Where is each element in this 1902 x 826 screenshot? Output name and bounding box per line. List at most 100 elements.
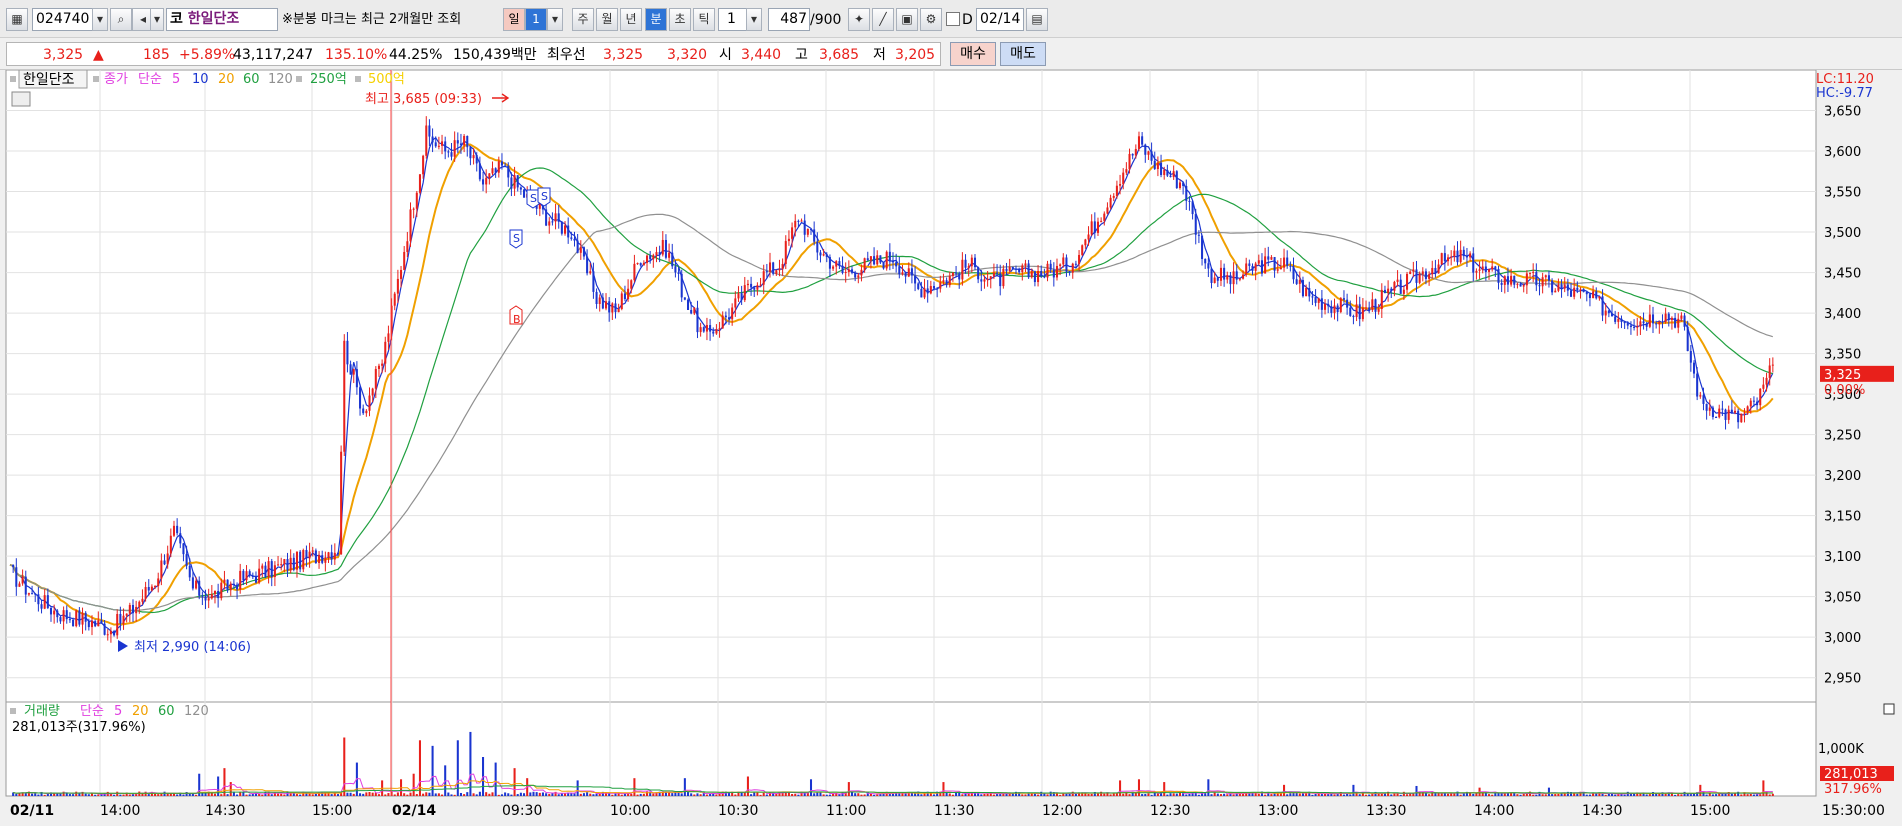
candle-body <box>314 550 317 564</box>
candle-body <box>1232 271 1235 285</box>
tab-month[interactable]: 월 <box>596 8 618 31</box>
candle-body <box>756 285 759 290</box>
candle-body <box>598 297 601 304</box>
candle-body <box>1431 267 1434 275</box>
chart-menu-icon[interactable]: ▦ <box>6 8 28 31</box>
volume-bar <box>113 794 116 796</box>
price-tick: 3,200 <box>1824 469 1861 484</box>
candle-body <box>1185 185 1188 201</box>
candle-body <box>1692 362 1696 374</box>
quote-bar: 3,325 ▲ 185 +5.89% 43,117,247 135.10% 44… <box>0 38 1902 70</box>
candle-body <box>1667 313 1670 321</box>
volume-bar <box>466 792 469 796</box>
candle-body <box>1314 297 1317 303</box>
quote-change: 185 <box>143 47 170 63</box>
candle-body <box>425 125 428 156</box>
stock-name-field[interactable]: 코 한일단조 <box>166 8 278 31</box>
tab-week[interactable]: 주 <box>572 8 594 31</box>
tab-second[interactable]: 초 <box>669 8 691 31</box>
calendar-icon[interactable]: ▤ <box>1026 8 1048 31</box>
volume-bar <box>295 794 298 796</box>
date-checkbox[interactable] <box>946 12 960 26</box>
history-dropdown-icon[interactable]: ▾ <box>150 8 164 31</box>
volume-bar <box>166 793 169 796</box>
tab-minute[interactable]: 분 <box>645 8 667 31</box>
date-input[interactable]: 02/14 <box>976 8 1024 31</box>
sell-button[interactable]: 매도 <box>1000 42 1046 66</box>
candle-body <box>1137 136 1141 149</box>
candle-body <box>1513 275 1516 285</box>
gear-icon[interactable]: ⚙ <box>920 8 942 31</box>
candle-body <box>721 315 724 329</box>
tab-year[interactable]: 년 <box>620 8 642 31</box>
indicator-add-icon[interactable]: ✦ <box>848 8 870 31</box>
price-tick: 3,400 <box>1824 307 1861 322</box>
volume-current-pct: 317.96% <box>1824 782 1882 797</box>
volume-bar <box>412 773 415 796</box>
candle-body <box>172 525 176 536</box>
volume-current-value: 281,013 <box>1824 767 1878 782</box>
candle-body <box>1484 266 1487 272</box>
candle-body <box>869 256 872 261</box>
candle-body <box>781 263 784 269</box>
volume-pane-toggle-icon[interactable] <box>1883 703 1895 715</box>
day-count-dropdown-icon[interactable]: ▾ <box>547 8 563 31</box>
volume-bar <box>1257 793 1260 796</box>
candle-body <box>1500 282 1503 285</box>
candle-body <box>623 293 626 300</box>
candle-body <box>201 595 204 597</box>
candle-body <box>929 286 932 294</box>
volume-bar <box>362 793 365 796</box>
volume-bar <box>163 791 166 796</box>
candle-body <box>1040 270 1043 277</box>
day-count[interactable]: 1 <box>525 8 547 31</box>
volume-bar <box>75 791 78 796</box>
volume-bar <box>1532 794 1535 796</box>
candle-body <box>1358 304 1361 320</box>
candle-body <box>12 564 15 568</box>
interval-input[interactable]: 1 <box>718 8 748 31</box>
count-input[interactable]: 487 <box>768 8 810 31</box>
chart-area[interactable]: 3,6503,6003,5503,5003,4503,4003,3503,300… <box>0 70 1902 826</box>
candle-body <box>841 265 844 274</box>
candle-body <box>1636 326 1639 328</box>
volume-bar <box>1365 794 1368 796</box>
search-icon[interactable]: ⌕ <box>110 8 132 31</box>
candle-body <box>1661 321 1664 323</box>
volume-bar <box>472 793 475 796</box>
volume-bar <box>1516 794 1519 796</box>
candle-body <box>926 288 929 294</box>
candle-body <box>1037 270 1040 283</box>
save-icon[interactable]: ▣ <box>896 8 918 31</box>
tab-tick[interactable]: 틱 <box>693 8 715 31</box>
buy-button[interactable]: 매수 <box>950 42 996 66</box>
candle-body <box>1677 318 1680 328</box>
candle-body <box>1078 254 1081 264</box>
volume-bar <box>87 794 90 796</box>
candle-body <box>1614 316 1617 322</box>
time-tick: 14:30 <box>205 803 245 819</box>
candle-body <box>1522 285 1525 287</box>
high-label: 고 <box>795 47 808 63</box>
candle-body <box>1456 250 1459 263</box>
stock-code-input[interactable]: 024740 <box>32 8 94 31</box>
candle-body <box>1387 288 1390 294</box>
tab-day[interactable]: 일 <box>503 8 525 31</box>
code-dropdown-icon[interactable]: ▾ <box>92 8 108 31</box>
table-toggle-icon[interactable] <box>11 91 31 107</box>
interval-dropdown-icon[interactable]: ▾ <box>746 8 762 31</box>
trade-mark-sell: S <box>537 187 551 207</box>
volume-bar <box>532 791 535 796</box>
volume-bar <box>1270 794 1273 796</box>
candle-body <box>78 610 81 625</box>
time-tick: 09:30 <box>502 803 542 819</box>
candle-body <box>797 220 800 222</box>
price-tick: 3,250 <box>1824 429 1861 444</box>
candle-body <box>768 262 772 272</box>
trendline-icon[interactable]: ╱ <box>872 8 894 31</box>
volume-bar <box>652 793 655 796</box>
volume-bar <box>1178 792 1181 796</box>
candle-body <box>1402 289 1405 294</box>
volume-bar <box>1491 794 1494 796</box>
candle-body <box>854 272 857 278</box>
